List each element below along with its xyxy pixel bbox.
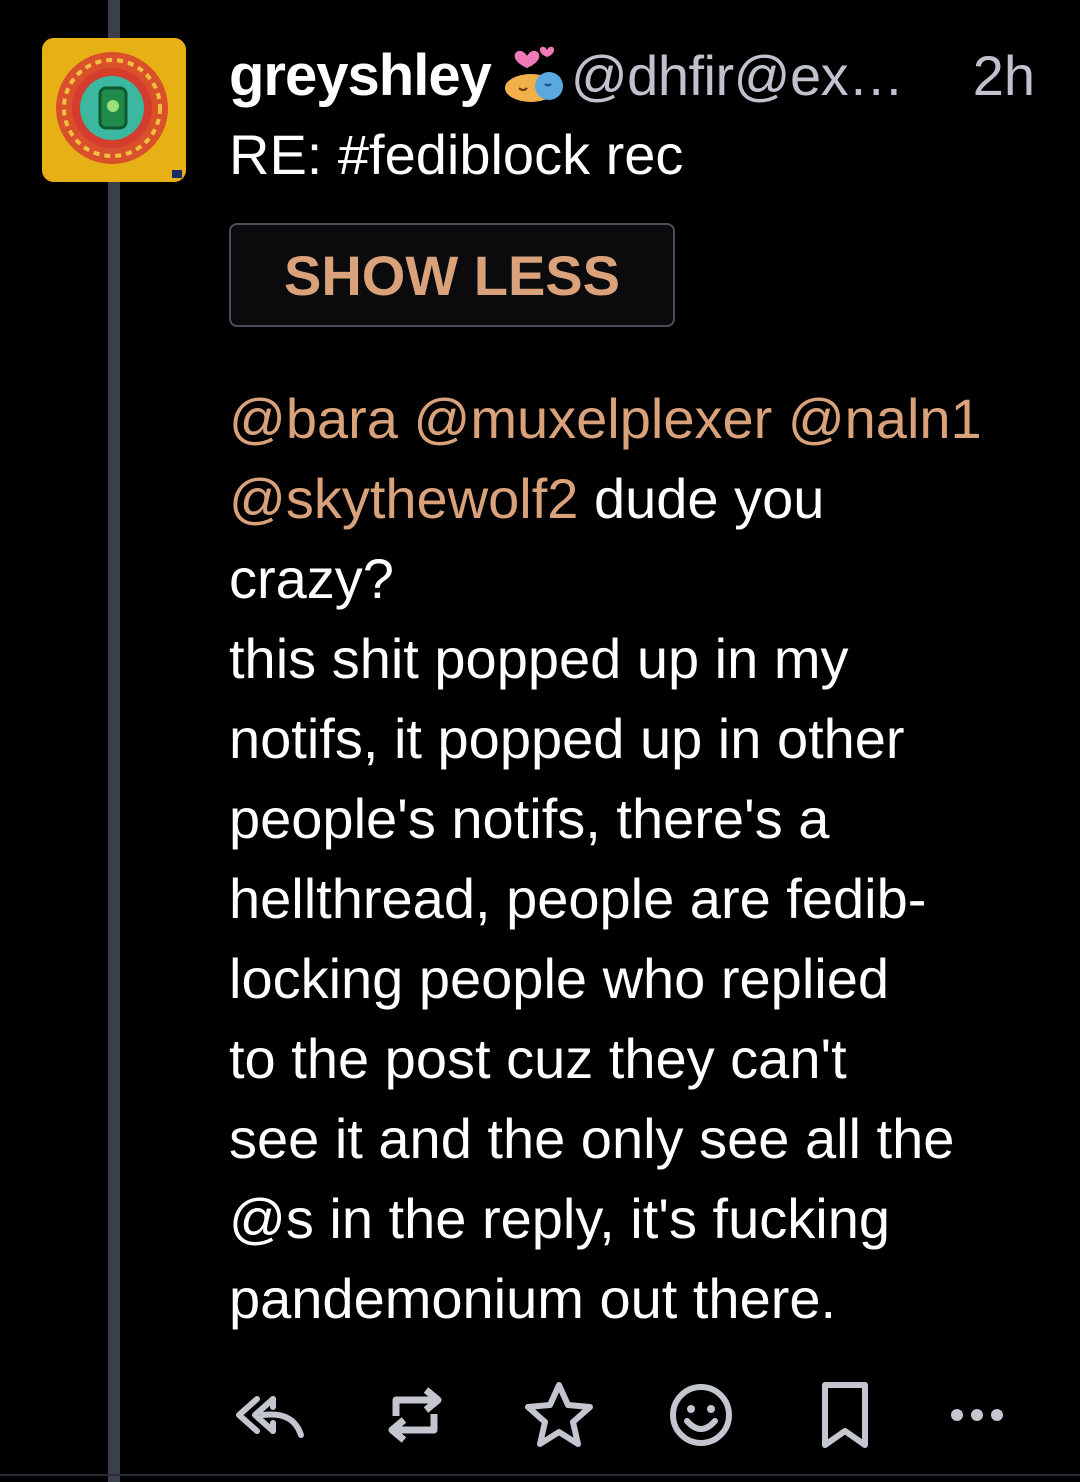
post-timestamp[interactable]: 2h [973,43,1035,108]
boost-button[interactable] [375,1375,455,1455]
custom-emoji-icon [501,44,567,106]
mention-link[interactable]: @skythewolf2 [229,467,578,530]
bookmark-button[interactable] [805,1375,885,1455]
post-subject: RE: #fediblock rec [229,123,684,186]
post-header: greyshley @dhfir@ex… 2h [229,40,1049,110]
star-icon [525,1382,593,1447]
favorite-button[interactable] [519,1375,599,1455]
account-handle[interactable]: @dhfir@ex… [571,43,904,108]
react-button[interactable] [661,1375,741,1455]
show-less-button[interactable]: SHOW LESS [229,223,675,327]
action-bar [229,1375,1029,1455]
mention-link[interactable]: @naln1 [788,387,982,450]
mention-link[interactable]: @muxelplexer [414,387,773,450]
thread-line [108,0,120,1482]
post-divider [0,1474,1080,1476]
post-text-inline: dude you [578,467,825,530]
boost-icon [388,1387,442,1443]
post-content: @bara @muxelplexer @naln1 @skythewolf2 d… [229,379,1059,1339]
reply-all-icon [236,1396,304,1438]
display-name[interactable]: greyshley [229,42,492,109]
emoji-smile-icon [670,1384,732,1446]
bookmark-icon [822,1382,868,1448]
post-text: crazy? this shit popped up in my notifs,… [229,547,955,1330]
mention-link[interactable]: @bara [229,387,398,450]
more-button[interactable] [937,1375,1017,1455]
reply-button[interactable] [229,1375,309,1455]
avatar[interactable] [42,38,186,182]
avatar-image [42,38,186,182]
more-icon [951,1409,1003,1421]
